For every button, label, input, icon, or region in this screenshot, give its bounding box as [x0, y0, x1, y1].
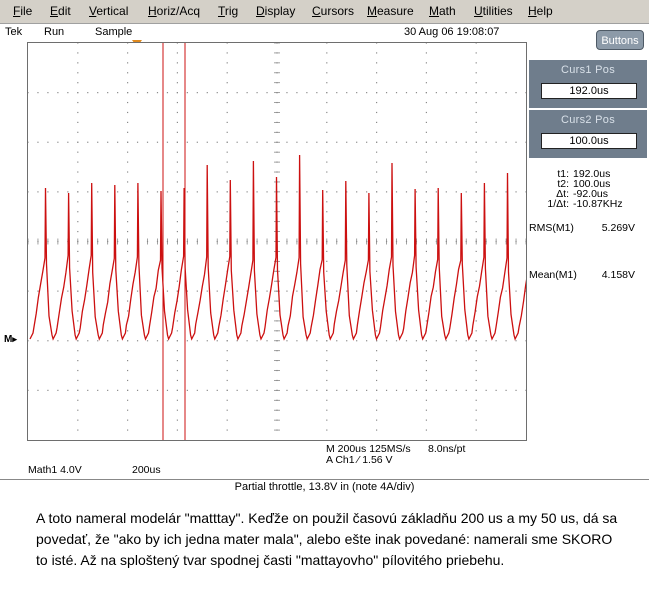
- cursor1-value-field[interactable]: 192.0us: [541, 83, 637, 99]
- cursor1-panel[interactable]: Curs1 Pos 192.0us: [529, 60, 647, 108]
- menu-display[interactable]: Display: [256, 4, 295, 18]
- cursor2-panel[interactable]: Curs2 Pos 100.0us: [529, 110, 647, 158]
- record-readout: 8.0ns/pt: [428, 443, 466, 455]
- bottom-readout: M 200us 125MS/s 8.0ns/pt A Ch1 ⁄ 1.56 V …: [0, 442, 649, 480]
- menu-horiz-acq[interactable]: Horiz/Acq: [148, 4, 200, 18]
- menu-file[interactable]: File: [13, 4, 32, 18]
- ground-arrow-icon: ▸: [12, 334, 17, 344]
- math1-scale: Math1 4.0V: [28, 464, 82, 476]
- measurement-rms-label: RMS(M1): [529, 222, 574, 234]
- measurement-rms[interactable]: RMS(M1) 5.269V: [529, 222, 647, 236]
- buttons-toggle-button[interactable]: Buttons: [596, 30, 644, 50]
- menu-cursors[interactable]: Cursors: [312, 4, 354, 18]
- cursor2-title: Curs2 Pos: [560, 114, 616, 126]
- menu-bar: File Edit Vertical Horiz/Acq Trig Displa…: [0, 0, 649, 24]
- cursor2-value-field[interactable]: 100.0us: [541, 133, 637, 149]
- measurement-rms-value: 5.269V: [601, 222, 635, 234]
- cursor1-title: Curs1 Pos: [560, 64, 616, 76]
- status-bar: Tek Run Sample 30 Aug 06 19:08:07: [0, 24, 527, 40]
- math-ground-marker: M▸: [4, 334, 17, 345]
- menu-measure[interactable]: Measure: [367, 4, 414, 18]
- menu-edit[interactable]: Edit: [50, 4, 71, 18]
- description-paragraph: A toto nameral modelár "matttay". Keďže …: [36, 510, 618, 568]
- run-state: Run: [44, 26, 65, 38]
- date-time: 30 Aug 06 19:08:07: [404, 26, 500, 38]
- math1-trace: [29, 154, 526, 341]
- readout-inv-dt-label: 1/Δt:: [547, 198, 569, 210]
- menu-help[interactable]: Help: [528, 4, 553, 18]
- waveform-display[interactable]: [27, 42, 527, 441]
- graticule: [28, 43, 526, 440]
- trigger-readout: A Ch1 ⁄ 1.56 V: [326, 454, 393, 466]
- menu-math[interactable]: Math: [429, 4, 456, 18]
- cursor-lines: [162, 43, 186, 440]
- menu-utilities[interactable]: Utilities: [474, 4, 513, 18]
- figure-caption: Partial throttle, 13.8V in (note 4A/div): [234, 481, 415, 493]
- menu-vertical[interactable]: Vertical: [89, 4, 128, 18]
- measurement-mean-value: 4.158V: [601, 269, 635, 281]
- measurement-mean[interactable]: Mean(M1) 4.158V: [529, 269, 647, 283]
- readout-inv-dt-value: -10.87KHz: [573, 198, 623, 210]
- math1-timebase: 200us: [132, 464, 161, 476]
- menu-trig[interactable]: Trig: [218, 4, 238, 18]
- separator-line: [0, 479, 649, 480]
- math1-waveform-path: [29, 154, 526, 341]
- measurement-mean-label: Mean(M1): [529, 269, 577, 281]
- acq-mode: Sample: [95, 26, 133, 38]
- brand-label: Tek: [5, 26, 23, 38]
